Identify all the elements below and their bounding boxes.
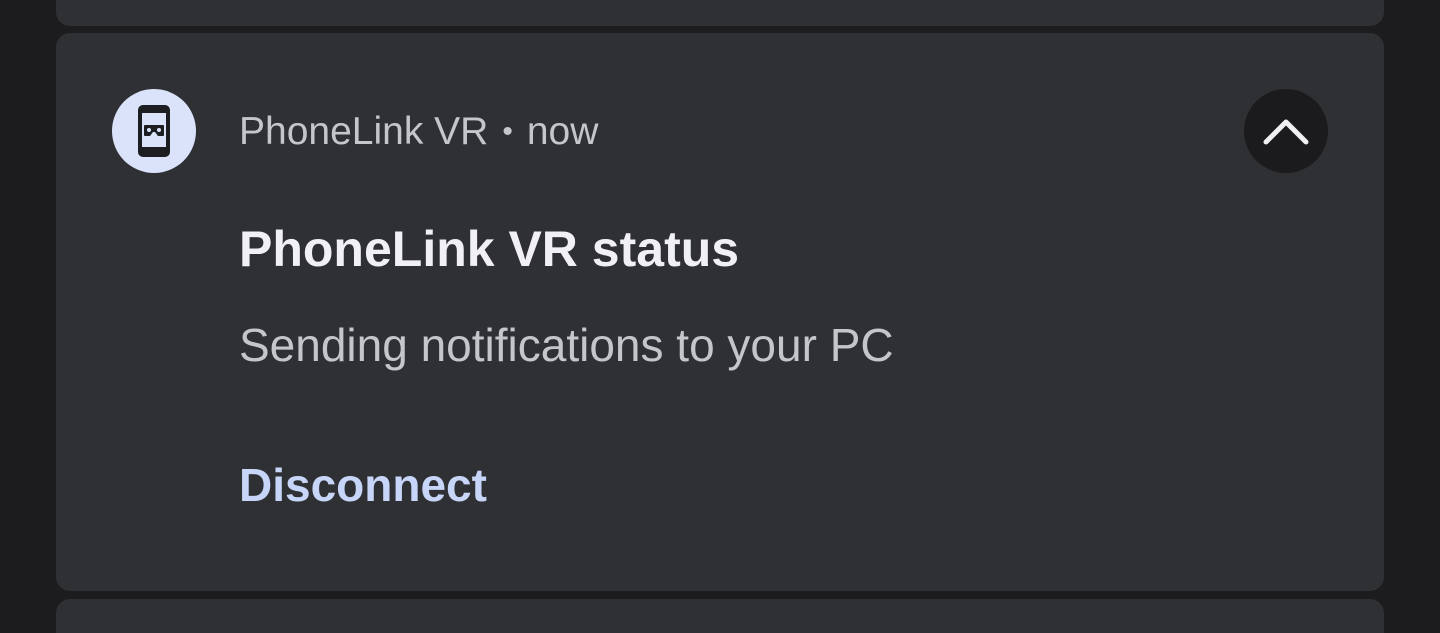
- notification-shade: PhoneLink VR • now PhoneLink VR status S…: [0, 0, 1440, 633]
- header-separator: •: [502, 115, 513, 148]
- notification-body: Sending notifications to your PC: [239, 319, 894, 371]
- chevron-up-icon: [1263, 119, 1309, 145]
- collapse-button[interactable]: [1244, 89, 1328, 173]
- disconnect-button[interactable]: Disconnect: [239, 457, 487, 513]
- notification-card[interactable]: PhoneLink VR • now PhoneLink VR status S…: [56, 33, 1384, 591]
- phone-vr-icon: [138, 105, 170, 157]
- notification-title: PhoneLink VR status: [239, 221, 740, 277]
- app-name: PhoneLink VR: [239, 110, 489, 153]
- notification-header: PhoneLink VR • now: [239, 107, 598, 157]
- app-icon: [112, 89, 196, 173]
- next-notification-card[interactable]: [56, 599, 1384, 633]
- timestamp: now: [526, 110, 599, 153]
- previous-notification-card[interactable]: [56, 0, 1384, 26]
